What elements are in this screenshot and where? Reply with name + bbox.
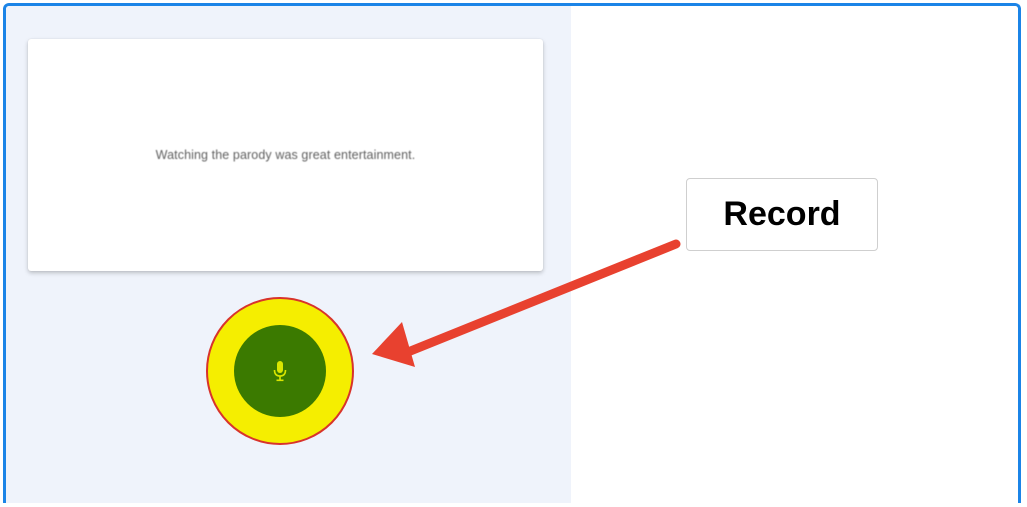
record-highlight-ring [206,297,354,445]
app-frame: Watching the parody was great entertainm… [3,3,1021,503]
record-button[interactable] [234,325,326,417]
microphone-icon [272,359,288,383]
record-callout-label: Record [686,178,878,251]
sentence-text: Watching the parody was great entertainm… [155,148,416,162]
sentence-card: Watching the parody was great entertainm… [28,39,543,271]
annotation-panel [571,6,1018,503]
